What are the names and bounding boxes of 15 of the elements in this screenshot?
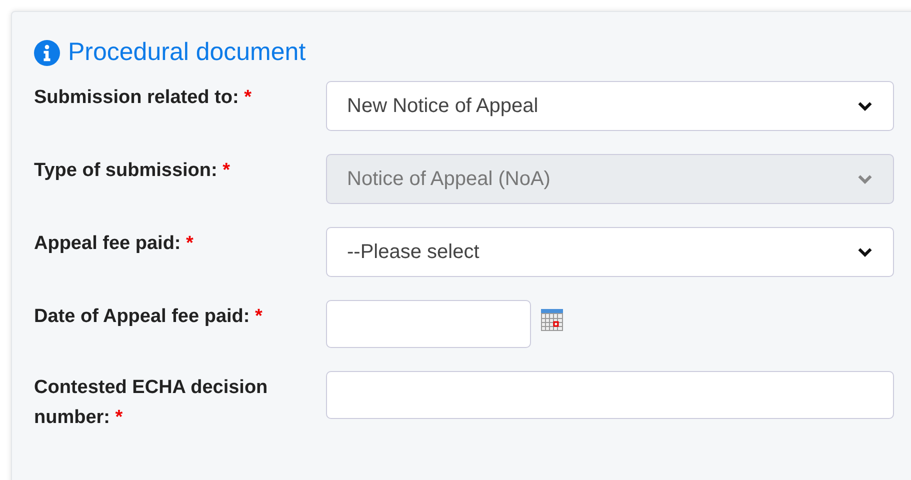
section-title: Procedural document <box>68 38 306 67</box>
info-icon <box>34 40 60 66</box>
field-label: Submission related to: * <box>34 86 252 110</box>
input-field[interactable] <box>326 371 894 419</box>
chevron-down-icon <box>857 100 873 112</box>
chevron-down-icon <box>857 173 873 185</box>
calendar-icon[interactable] <box>541 309 563 331</box>
field-label: Date of Appeal fee paid: * <box>34 305 264 329</box>
dropdown[interactable]: --Please select <box>326 227 894 277</box>
field-label: Contested ECHA decision number: * <box>34 376 269 430</box>
field-label: Type of submission: * <box>34 159 232 183</box>
chevron-down-icon <box>857 246 873 258</box>
date-field[interactable] <box>326 300 531 348</box>
field-label: Appeal fee paid: * <box>34 232 194 256</box>
dropdown[interactable]: New Notice of Appeal <box>326 81 894 131</box>
